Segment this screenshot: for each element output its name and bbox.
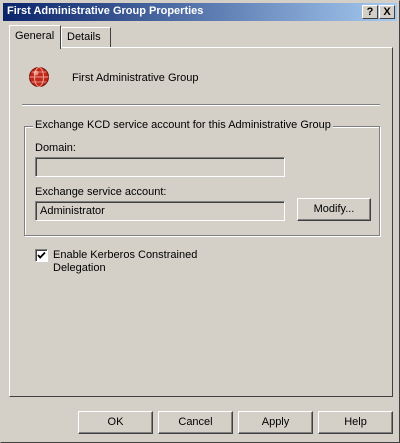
tab-general-label: General: [15, 30, 55, 42]
help-button[interactable]: Help: [318, 411, 393, 434]
account-field[interactable]: Administrator: [35, 201, 285, 221]
exchange-admin-group-icon: [29, 67, 49, 87]
account-label: Exchange service account:: [35, 186, 167, 198]
title-bar[interactable]: First Administrative Group Properties ? …: [3, 3, 397, 21]
close-title-button[interactable]: X: [379, 5, 395, 19]
kcd-checkbox-label[interactable]: Enable Kerberos Constrained Delegation: [53, 249, 233, 275]
kcd-checkbox-label-line1: Enable Kerberos Constrained: [53, 249, 198, 261]
window-title: First Administrative Group Properties: [7, 5, 204, 17]
domain-field[interactable]: [35, 157, 285, 177]
properties-dialog: First Administrative Group Properties ? …: [0, 0, 400, 443]
modify-button[interactable]: Modify...: [297, 198, 371, 221]
separator: [22, 104, 380, 106]
ok-button[interactable]: OK: [78, 411, 153, 434]
group-name: First Administrative Group: [72, 72, 199, 84]
check-mark-icon: [37, 251, 46, 259]
kcd-account-groupbox: Exchange KCD service account for this Ad…: [24, 119, 380, 236]
groupbox-title: Exchange KCD service account for this Ad…: [33, 119, 333, 131]
general-tab-panel: First Administrative Group Exchange KCD …: [9, 47, 393, 397]
tab-details[interactable]: Details: [61, 27, 111, 47]
tab-details-label: Details: [67, 31, 101, 43]
cancel-button[interactable]: Cancel: [158, 411, 233, 434]
tab-general[interactable]: General: [9, 25, 61, 49]
kcd-checkbox[interactable]: [35, 249, 48, 262]
help-title-button[interactable]: ?: [362, 5, 378, 19]
kcd-checkbox-label-line2: Delegation: [53, 262, 106, 274]
domain-label: Domain:: [35, 142, 76, 154]
apply-button[interactable]: Apply: [238, 411, 313, 434]
